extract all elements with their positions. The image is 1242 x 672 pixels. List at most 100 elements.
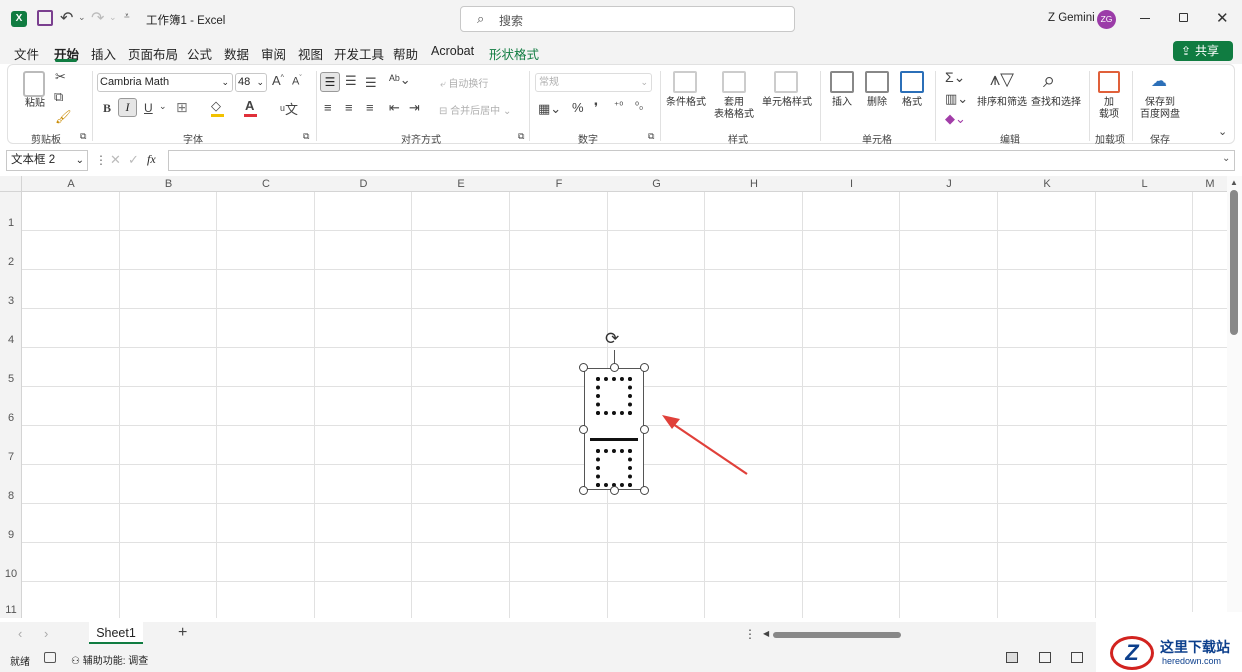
addins-label-2[interactable]: 载项 — [1094, 109, 1124, 121]
tab-developer[interactable]: 开发工具 — [334, 44, 384, 63]
format-as-table-label-2[interactable]: 表格格式 — [708, 109, 760, 121]
text-box-shape[interactable] — [584, 368, 644, 490]
resize-handle[interactable] — [640, 363, 649, 372]
align-right-icon[interactable]: ≡ — [366, 100, 374, 115]
increase-font-icon[interactable]: A^ — [272, 73, 284, 88]
font-launcher-icon[interactable]: ⧉ — [303, 131, 309, 142]
enter-icon[interactable]: ✓ — [128, 152, 139, 168]
user-name[interactable]: Z Gemini — [1048, 12, 1095, 24]
page-break-view-icon[interactable] — [1071, 652, 1083, 663]
select-all-corner[interactable] — [0, 176, 22, 192]
tab-view[interactable]: 视图 — [298, 44, 323, 63]
paste-label[interactable]: 粘贴 — [22, 98, 48, 110]
decrease-decimal-icon[interactable]: ⁰₀ — [635, 101, 643, 112]
column-header[interactable]: E — [412, 178, 510, 190]
more-options-icon[interactable]: ⋮ — [95, 153, 107, 167]
insert-function-icon[interactable]: fx — [147, 152, 156, 167]
save-to-label-2[interactable]: 百度网盘 — [1136, 109, 1184, 121]
accessibility-status[interactable]: ⚇ 辅助功能: 调查 — [71, 652, 148, 667]
align-top-button[interactable]: ☰ — [320, 72, 340, 92]
prev-sheet-icon[interactable]: ‹ — [18, 626, 22, 641]
save-icon[interactable] — [37, 10, 53, 26]
tab-shape-format[interactable]: 形状格式 — [489, 44, 539, 63]
clear-icon[interactable]: ◆⌄ — [945, 111, 966, 127]
vertical-scrollbar[interactable]: ▲ — [1227, 176, 1242, 618]
next-sheet-icon[interactable]: › — [44, 626, 48, 641]
row-header[interactable]: 2 — [0, 256, 22, 268]
format-as-table-icon[interactable] — [722, 71, 746, 93]
underline-dropdown-icon[interactable]: ⌄ — [159, 101, 167, 112]
minimize-icon[interactable] — [1140, 18, 1150, 19]
insert-cells-label[interactable]: 插入 — [828, 97, 856, 109]
tab-acrobat[interactable]: Acrobat — [431, 44, 474, 58]
resize-handle[interactable] — [579, 486, 588, 495]
clipboard-launcher-icon[interactable]: ⧉ — [80, 131, 86, 142]
row-header[interactable]: 9 — [0, 529, 22, 541]
row-header[interactable]: 4 — [0, 334, 22, 346]
row-header[interactable]: 6 — [0, 412, 22, 424]
row-header[interactable]: 7 — [0, 451, 22, 463]
conditional-format-icon[interactable] — [673, 71, 697, 93]
format-painter-icon[interactable]: 🖌 — [55, 109, 72, 125]
find-select-icon[interactable]: ⌕ — [1043, 67, 1055, 93]
decrease-font-icon[interactable]: Aˇ — [292, 75, 302, 88]
tab-formulas[interactable]: 公式 — [187, 44, 212, 63]
resize-handle[interactable] — [640, 425, 649, 434]
cancel-icon[interactable]: ✕ — [110, 152, 121, 168]
tab-insert[interactable]: 插入 — [91, 44, 116, 63]
column-header[interactable]: G — [608, 178, 705, 190]
tab-help[interactable]: 帮助 — [393, 44, 418, 63]
delete-cells-icon[interactable] — [865, 71, 889, 93]
name-box[interactable]: 文本框 2 ⌄ — [6, 150, 88, 171]
format-as-table-label-1[interactable]: 套用 — [714, 97, 754, 109]
align-middle-icon[interactable]: ☰ — [345, 73, 357, 89]
save-to-label-1[interactable]: 保存到 — [1136, 97, 1184, 109]
row-header[interactable]: 3 — [0, 295, 22, 307]
font-size-select[interactable]: 48 ⌄ — [235, 73, 267, 92]
scroll-up-icon[interactable]: ▲ — [1230, 178, 1238, 187]
orientation-icon[interactable]: ᴬᵇ⌄ — [389, 72, 411, 88]
copy-icon[interactable]: ⧉ — [54, 89, 63, 105]
column-header[interactable]: M — [1193, 178, 1227, 190]
column-header[interactable]: C — [217, 178, 315, 190]
resize-handle[interactable] — [640, 486, 649, 495]
resize-handle[interactable] — [579, 363, 588, 372]
add-sheet-icon[interactable]: + — [178, 624, 187, 642]
increase-decimal-icon[interactable]: ⁺⁰ — [614, 101, 623, 112]
cell-styles-label[interactable]: 单元格样式 — [760, 97, 814, 109]
font-color-icon[interactable]: A — [244, 98, 257, 117]
insert-cells-icon[interactable] — [830, 71, 854, 93]
fill-color-icon[interactable]: ◇ — [211, 98, 224, 117]
sheet-tab-sheet1[interactable]: Sheet1 — [89, 622, 143, 644]
worksheet-grid[interactable]: ⟳ — [22, 192, 1227, 618]
column-header[interactable]: F — [510, 178, 608, 190]
font-name-select[interactable]: Cambria Math ⌄ — [97, 73, 233, 92]
tab-file[interactable]: 文件 — [14, 44, 39, 63]
sort-filter-icon[interactable]: ⩚▽ — [990, 69, 1014, 90]
search-box[interactable]: ⌕ 搜索 — [460, 6, 795, 32]
increase-indent-icon[interactable]: ⇥ — [409, 100, 420, 116]
borders-icon[interactable]: ⊞ — [176, 99, 188, 116]
column-header[interactable]: I — [803, 178, 900, 190]
decrease-indent-icon[interactable]: ⇤ — [389, 100, 400, 116]
tab-page-layout[interactable]: 页面布局 — [128, 44, 178, 63]
delete-cells-label[interactable]: 删除 — [863, 97, 891, 109]
fill-icon[interactable]: ▥⌄ — [945, 91, 968, 107]
number-format-select[interactable]: 常规 ⌄ — [535, 73, 652, 92]
customize-qat-icon[interactable]: ⩡ — [124, 11, 130, 22]
column-header[interactable]: J — [900, 178, 998, 190]
rotate-handle-icon[interactable]: ⟳ — [605, 329, 619, 349]
percent-icon[interactable]: % — [572, 100, 584, 115]
currency-icon[interactable]: ▦⌄ — [538, 101, 561, 117]
column-header[interactable]: A — [22, 178, 120, 190]
addins-icon[interactable] — [1098, 71, 1120, 93]
undo-dropdown-icon[interactable]: ⌄ — [78, 12, 86, 23]
format-cells-icon[interactable] — [900, 71, 924, 93]
redo-icon[interactable]: ↷ — [91, 8, 104, 28]
resize-handle[interactable] — [610, 486, 619, 495]
scroll-left-icon[interactable]: ◀ — [763, 629, 769, 638]
normal-view-icon[interactable] — [1006, 652, 1018, 663]
find-select-label[interactable]: 查找和选择 — [1028, 97, 1084, 109]
horizontal-scroll-thumb[interactable] — [773, 632, 901, 638]
addins-label-1[interactable]: 加 — [1098, 97, 1120, 109]
